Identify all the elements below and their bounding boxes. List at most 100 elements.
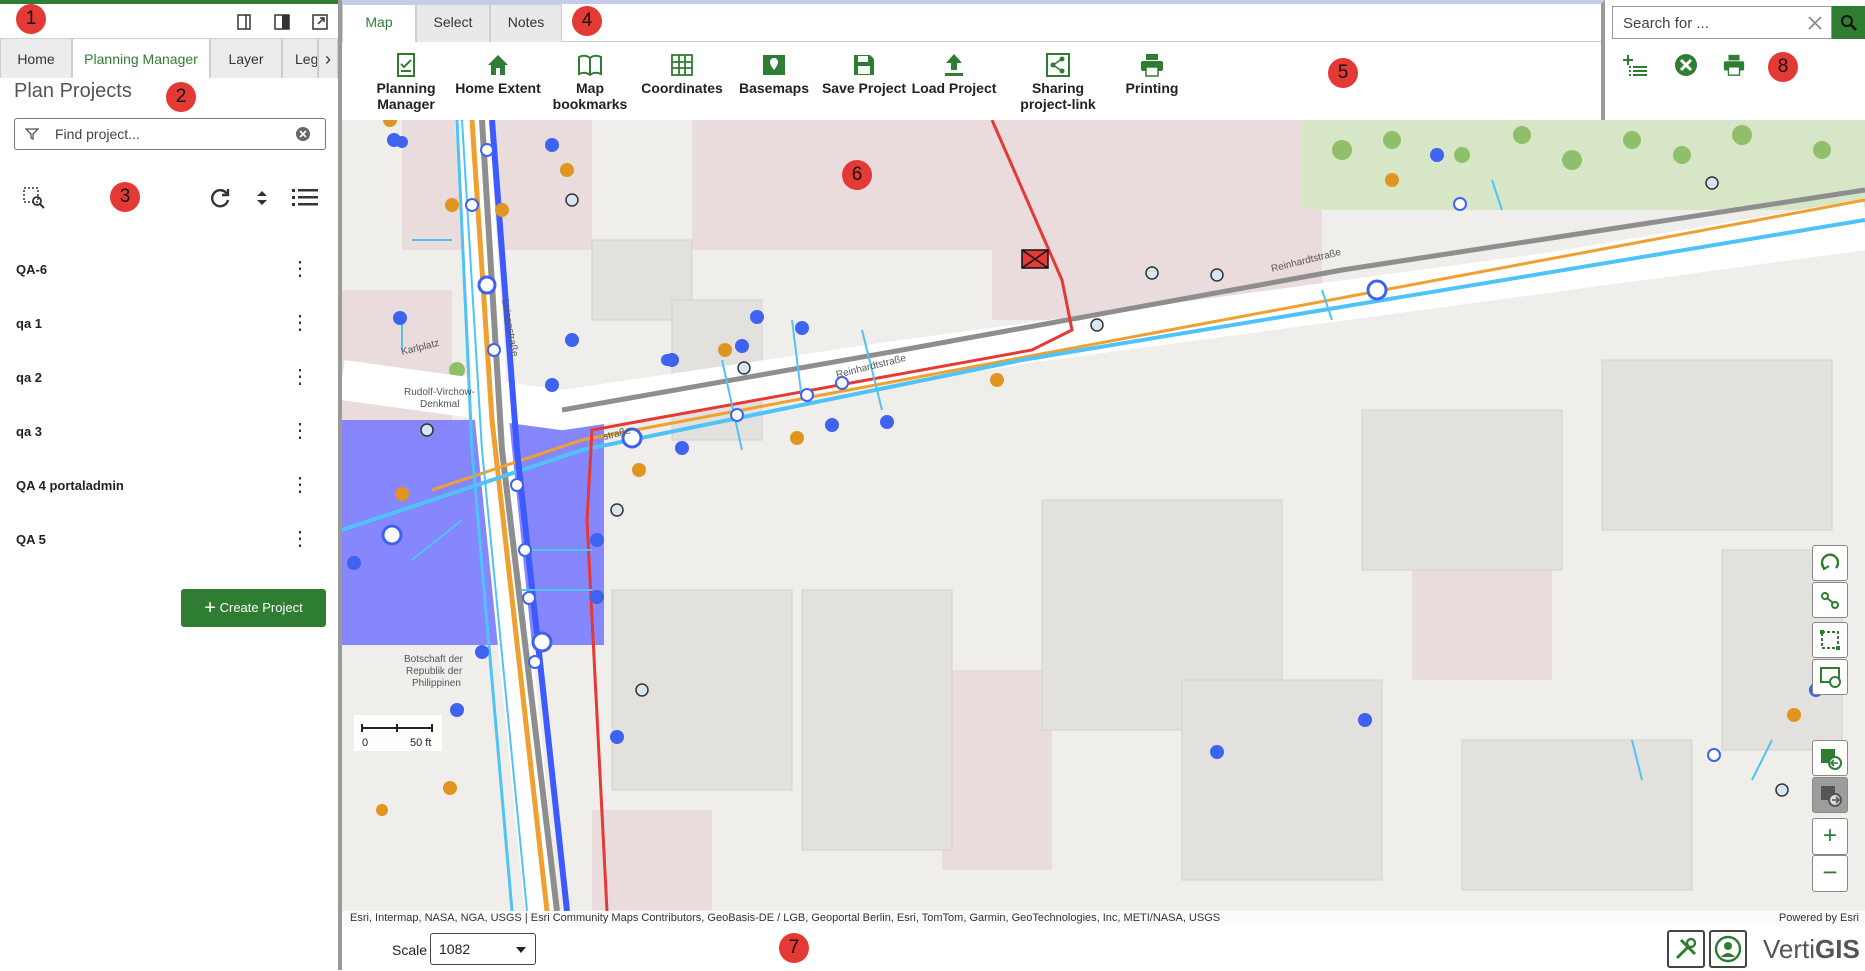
sharing-project-link-button[interactable]: Sharing project-link [1008, 52, 1108, 112]
close-icon[interactable] [1807, 15, 1823, 31]
home-extent-button[interactable]: Home Extent [448, 52, 548, 96]
tab-legend[interactable]: Leg [282, 38, 318, 78]
rotate-map-button[interactable] [1812, 545, 1848, 581]
map-bookmarks-button[interactable]: Map bookmarks [540, 52, 640, 112]
sort-icon[interactable] [254, 188, 270, 208]
create-project-label: Create Project [219, 600, 303, 615]
search-icon [1841, 15, 1857, 31]
map-icon [763, 55, 785, 75]
powered-by-esri[interactable]: Powered by Esri [1779, 911, 1859, 925]
grid-icon [671, 54, 693, 76]
scale-label: Scale [392, 942, 428, 958]
tab-planning-manager[interactable]: Planning Manager [72, 38, 210, 78]
find-project-field[interactable] [14, 118, 326, 150]
previous-extent-button[interactable] [1812, 740, 1848, 776]
callout-marker: 7 [779, 933, 809, 963]
next-extent-button[interactable] [1812, 777, 1848, 813]
more-vertical-icon[interactable]: ⋮ [290, 470, 310, 500]
select-area-button[interactable] [1812, 622, 1848, 658]
button-label: Load Project [911, 80, 997, 96]
search-input[interactable] [1621, 12, 1791, 34]
more-vertical-icon[interactable]: ⋮ [290, 362, 310, 392]
refresh-icon[interactable] [208, 186, 232, 210]
measure-button[interactable] [1812, 582, 1848, 618]
tools-button[interactable] [1667, 930, 1705, 968]
clear-results-icon[interactable] [1674, 53, 1698, 77]
map-label-place: Rudolf-Virchow- [404, 387, 475, 398]
tab-layer[interactable]: Layer [210, 38, 282, 78]
upload-icon [945, 54, 963, 76]
planning-manager-button[interactable]: Planning Manager [356, 52, 456, 112]
callout-marker: 3 [110, 182, 140, 212]
map-view[interactable]: Reinhardtstraße Reinhardtstraße Karlplat… [342, 120, 1865, 925]
search-button[interactable] [1832, 6, 1865, 39]
basemaps-button[interactable]: Basemaps [724, 52, 824, 96]
create-project-button[interactable]: + Create Project [181, 589, 326, 627]
clear-icon[interactable] [295, 126, 311, 142]
tab-select[interactable]: Select [416, 4, 490, 42]
user-button[interactable] [1709, 930, 1747, 968]
save-project-button[interactable]: Save Project [814, 52, 914, 96]
popout-icon[interactable] [310, 13, 330, 33]
add-to-list-icon[interactable] [1623, 54, 1647, 78]
left-panel-tabs: Home Planning Manager Layer Leg › [0, 38, 338, 78]
callout-marker: 4 [572, 6, 602, 36]
project-row[interactable]: QA 4 portaladmin ⋮ [0, 460, 338, 514]
print-results-icon[interactable] [1721, 53, 1747, 77]
button-label: Basemaps [738, 80, 810, 96]
map-layers-button[interactable] [1812, 659, 1848, 695]
button-label: bookmarks [552, 96, 628, 112]
map-label-place: Philippinen [412, 678, 461, 689]
map-label-place: Botschaft der [404, 654, 464, 665]
minus-icon: − [1822, 857, 1838, 887]
left-panel-toolbar [0, 0, 338, 36]
attribution-text: Esri, Intermap, NASA, NGA, USGS | Esri C… [350, 912, 1221, 924]
search-field[interactable] [1612, 6, 1832, 39]
tab-home[interactable]: Home [0, 38, 72, 78]
map-attribution: Esri, Intermap, NASA, NGA, USGS | Esri C… [342, 911, 1865, 925]
map-label-place: Republik der [406, 666, 463, 677]
ribbon: Map Select Notes Planning Manager Home E… [342, 0, 1605, 120]
button-label: Map [576, 80, 604, 96]
map-canvas[interactable]: Reinhardtstraße Reinhardtstraße Karlplat… [342, 120, 1865, 911]
home-icon [488, 55, 508, 75]
share-icon [1046, 53, 1070, 77]
split-panel-icon[interactable] [272, 13, 292, 33]
coordinates-button[interactable]: Coordinates [632, 52, 732, 96]
more-vertical-icon[interactable]: ⋮ [290, 308, 310, 338]
ribbon-tabs: Map Select Notes [342, 4, 1601, 42]
find-project-input[interactable] [53, 123, 293, 145]
zoom-to-selection-icon[interactable] [22, 186, 46, 210]
project-row[interactable]: qa 2 ⋮ [0, 352, 338, 406]
previous-extent-icon [1821, 749, 1842, 770]
tabs-scroll-right-icon[interactable]: › [318, 38, 338, 78]
button-label: Manager [377, 96, 435, 112]
zoom-in-button[interactable]: + [1812, 818, 1848, 855]
bottom-bar: Scale 1082 VertiGIS [342, 925, 1865, 970]
project-row[interactable]: QA 5 ⋮ [0, 514, 338, 568]
load-project-button[interactable]: Load Project [904, 52, 1004, 96]
scale-select[interactable]: 1082 [430, 933, 536, 965]
dock-panel-icon[interactable] [234, 13, 254, 33]
button-label: Planning [376, 80, 436, 96]
more-vertical-icon[interactable]: ⋮ [290, 416, 310, 446]
callout-marker: 5 [1328, 58, 1358, 88]
project-row[interactable]: QA-6 ⋮ [0, 244, 338, 298]
button-label: project-link [1020, 96, 1096, 112]
callout-marker: 2 [166, 82, 196, 112]
tab-map[interactable]: Map [342, 4, 416, 42]
plus-icon: + [1822, 822, 1837, 849]
select-area-icon [1820, 630, 1840, 650]
button-label: Save Project [821, 80, 907, 96]
tab-notes[interactable]: Notes [490, 4, 562, 42]
more-vertical-icon[interactable]: ⋮ [290, 254, 310, 284]
zoom-out-button[interactable]: − [1812, 855, 1848, 892]
save-icon [854, 55, 874, 75]
project-name: QA 4 portaladmin [16, 478, 124, 493]
project-row[interactable]: qa 1 ⋮ [0, 298, 338, 352]
project-row[interactable]: qa 3 ⋮ [0, 406, 338, 460]
more-vertical-icon[interactable]: ⋮ [290, 524, 310, 554]
map-layers-icon [1820, 667, 1841, 688]
printing-button[interactable]: Printing [1102, 52, 1202, 96]
list-view-icon[interactable] [292, 187, 318, 209]
